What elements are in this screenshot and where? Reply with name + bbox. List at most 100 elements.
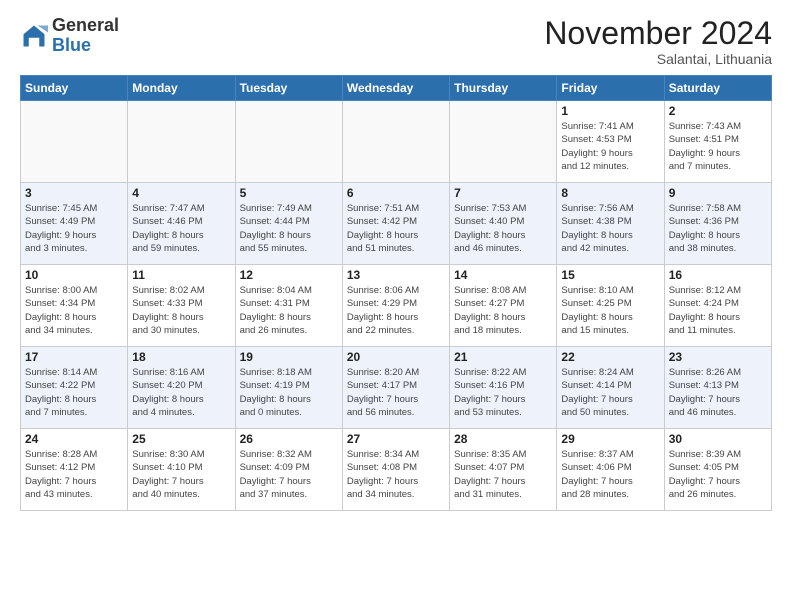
calendar-week-row: 10 Sunrise: 8:00 AM Sunset: 4:34 PM Dayli… — [21, 265, 772, 347]
calendar-week-row: 1 Sunrise: 7:41 AM Sunset: 4:53 PM Daylig… — [21, 101, 772, 183]
day-number: 26 — [240, 432, 338, 446]
col-sunday: Sunday — [21, 76, 128, 101]
day-number: 7 — [454, 186, 552, 200]
day-number: 23 — [669, 350, 767, 364]
table-row: 7Sunrise: 7:53 AM Sunset: 4:40 PM Daylig… — [450, 183, 557, 265]
logo-general: General — [52, 15, 119, 35]
day-number: 17 — [25, 350, 123, 364]
title-block: November 2024 Salantai, Lithuania — [544, 16, 772, 67]
table-row: 29 Sunrise: 8:37 AM Sunset: 4:06 PM Dayli… — [557, 429, 664, 511]
day-number: 5 — [240, 186, 338, 200]
table-row — [21, 101, 128, 183]
day-info: Sunrise: 8:00 AM Sunset: 4:34 PM Dayligh… — [25, 284, 123, 337]
table-row: 15 Sunrise: 8:10 AM Sunset: 4:25 PM Dayli… — [557, 265, 664, 347]
day-number: 10 — [25, 268, 123, 282]
day-info: Sunrise: 8:30 AM Sunset: 4:10 PM Dayligh… — [132, 448, 230, 501]
day-number: 22 — [561, 350, 659, 364]
day-number: 29 — [561, 432, 659, 446]
table-row: 8 Sunrise: 7:56 AM Sunset: 4:38 PM Daylig… — [557, 183, 664, 265]
day-number: 25 — [132, 432, 230, 446]
table-row: 18Sunrise: 8:16 AM Sunset: 4:20 PM Dayli… — [128, 347, 235, 429]
table-row: 13 Sunrise: 8:06 AM Sunset: 4:29 PM Dayli… — [342, 265, 449, 347]
day-info: Sunrise: 8:26 AM Sunset: 4:13 PM Dayligh… — [669, 366, 767, 419]
table-row — [235, 101, 342, 183]
month-title: November 2024 — [544, 16, 772, 51]
day-info: Sunrise: 7:56 AM Sunset: 4:38 PM Dayligh… — [561, 202, 659, 255]
day-number: 6 — [347, 186, 445, 200]
day-info: Sunrise: 8:35 AM Sunset: 4:07 PM Dayligh… — [454, 448, 552, 501]
col-wednesday: Wednesday — [342, 76, 449, 101]
table-row: 1 Sunrise: 7:41 AM Sunset: 4:53 PM Daylig… — [557, 101, 664, 183]
table-row: 10 Sunrise: 8:00 AM Sunset: 4:34 PM Dayli… — [21, 265, 128, 347]
col-friday: Friday — [557, 76, 664, 101]
table-row: 22 Sunrise: 8:24 AM Sunset: 4:14 PM Dayli… — [557, 347, 664, 429]
day-info: Sunrise: 8:24 AM Sunset: 4:14 PM Dayligh… — [561, 366, 659, 419]
table-row: 12 Sunrise: 8:04 AM Sunset: 4:31 PM Dayli… — [235, 265, 342, 347]
day-info: Sunrise: 8:14 AM Sunset: 4:22 PM Dayligh… — [25, 366, 123, 419]
day-number: 19 — [240, 350, 338, 364]
table-row — [128, 101, 235, 183]
table-row: 14Sunrise: 8:08 AM Sunset: 4:27 PM Dayli… — [450, 265, 557, 347]
day-info: Sunrise: 8:06 AM Sunset: 4:29 PM Dayligh… — [347, 284, 445, 337]
table-row: 21Sunrise: 8:22 AM Sunset: 4:16 PM Dayli… — [450, 347, 557, 429]
table-row: 6Sunrise: 7:51 AM Sunset: 4:42 PM Daylig… — [342, 183, 449, 265]
table-row: 16Sunrise: 8:12 AM Sunset: 4:24 PM Dayli… — [664, 265, 771, 347]
day-info: Sunrise: 7:41 AM Sunset: 4:53 PM Dayligh… — [561, 120, 659, 173]
table-row — [342, 101, 449, 183]
day-info: Sunrise: 8:18 AM Sunset: 4:19 PM Dayligh… — [240, 366, 338, 419]
day-number: 20 — [347, 350, 445, 364]
day-info: Sunrise: 8:39 AM Sunset: 4:05 PM Dayligh… — [669, 448, 767, 501]
calendar-week-row: 3 Sunrise: 7:45 AM Sunset: 4:49 PM Daylig… — [21, 183, 772, 265]
day-info: Sunrise: 8:34 AM Sunset: 4:08 PM Dayligh… — [347, 448, 445, 501]
table-row: 30 Sunrise: 8:39 AM Sunset: 4:05 PM Dayli… — [664, 429, 771, 511]
day-info: Sunrise: 8:12 AM Sunset: 4:24 PM Dayligh… — [669, 284, 767, 337]
day-number: 30 — [669, 432, 767, 446]
day-info: Sunrise: 8:08 AM Sunset: 4:27 PM Dayligh… — [454, 284, 552, 337]
day-info: Sunrise: 7:58 AM Sunset: 4:36 PM Dayligh… — [669, 202, 767, 255]
table-row: 26 Sunrise: 8:32 AM Sunset: 4:09 PM Dayli… — [235, 429, 342, 511]
col-tuesday: Tuesday — [235, 76, 342, 101]
calendar-week-row: 24Sunrise: 8:28 AM Sunset: 4:12 PM Dayli… — [21, 429, 772, 511]
col-saturday: Saturday — [664, 76, 771, 101]
day-info: Sunrise: 8:20 AM Sunset: 4:17 PM Dayligh… — [347, 366, 445, 419]
day-number: 28 — [454, 432, 552, 446]
day-number: 13 — [347, 268, 445, 282]
col-thursday: Thursday — [450, 76, 557, 101]
day-info: Sunrise: 8:02 AM Sunset: 4:33 PM Dayligh… — [132, 284, 230, 337]
logo-text: General Blue — [52, 16, 119, 56]
logo: General Blue — [20, 16, 119, 56]
day-number: 3 — [25, 186, 123, 200]
day-info: Sunrise: 7:45 AM Sunset: 4:49 PM Dayligh… — [25, 202, 123, 255]
day-info: Sunrise: 7:43 AM Sunset: 4:51 PM Dayligh… — [669, 120, 767, 173]
day-info: Sunrise: 8:10 AM Sunset: 4:25 PM Dayligh… — [561, 284, 659, 337]
day-number: 11 — [132, 268, 230, 282]
calendar: Sunday Monday Tuesday Wednesday Thursday… — [20, 75, 772, 511]
table-row: 11 Sunrise: 8:02 AM Sunset: 4:33 PM Dayli… — [128, 265, 235, 347]
day-info: Sunrise: 8:32 AM Sunset: 4:09 PM Dayligh… — [240, 448, 338, 501]
logo-blue: Blue — [52, 35, 91, 55]
day-number: 24 — [25, 432, 123, 446]
day-number: 21 — [454, 350, 552, 364]
logo-icon — [20, 22, 48, 50]
table-row — [450, 101, 557, 183]
table-row: 3 Sunrise: 7:45 AM Sunset: 4:49 PM Daylig… — [21, 183, 128, 265]
day-number: 12 — [240, 268, 338, 282]
day-number: 9 — [669, 186, 767, 200]
day-number: 15 — [561, 268, 659, 282]
day-info: Sunrise: 8:37 AM Sunset: 4:06 PM Dayligh… — [561, 448, 659, 501]
table-row: 28 Sunrise: 8:35 AM Sunset: 4:07 PM Dayli… — [450, 429, 557, 511]
day-number: 8 — [561, 186, 659, 200]
day-number: 2 — [669, 104, 767, 118]
table-row: 9 Sunrise: 7:58 AM Sunset: 4:36 PM Daylig… — [664, 183, 771, 265]
table-row: 4Sunrise: 7:47 AM Sunset: 4:46 PM Daylig… — [128, 183, 235, 265]
page: General Blue November 2024 Salantai, Lit… — [0, 0, 792, 612]
header: General Blue November 2024 Salantai, Lit… — [20, 16, 772, 67]
table-row: 23 Sunrise: 8:26 AM Sunset: 4:13 PM Dayli… — [664, 347, 771, 429]
day-info: Sunrise: 8:16 AM Sunset: 4:20 PM Dayligh… — [132, 366, 230, 419]
day-number: 1 — [561, 104, 659, 118]
header-row: Sunday Monday Tuesday Wednesday Thursday… — [21, 76, 772, 101]
calendar-week-row: 17 Sunrise: 8:14 AM Sunset: 4:22 PM Dayli… — [21, 347, 772, 429]
day-info: Sunrise: 8:04 AM Sunset: 4:31 PM Dayligh… — [240, 284, 338, 337]
table-row: 19 Sunrise: 8:18 AM Sunset: 4:19 PM Dayli… — [235, 347, 342, 429]
location: Salantai, Lithuania — [544, 51, 772, 67]
